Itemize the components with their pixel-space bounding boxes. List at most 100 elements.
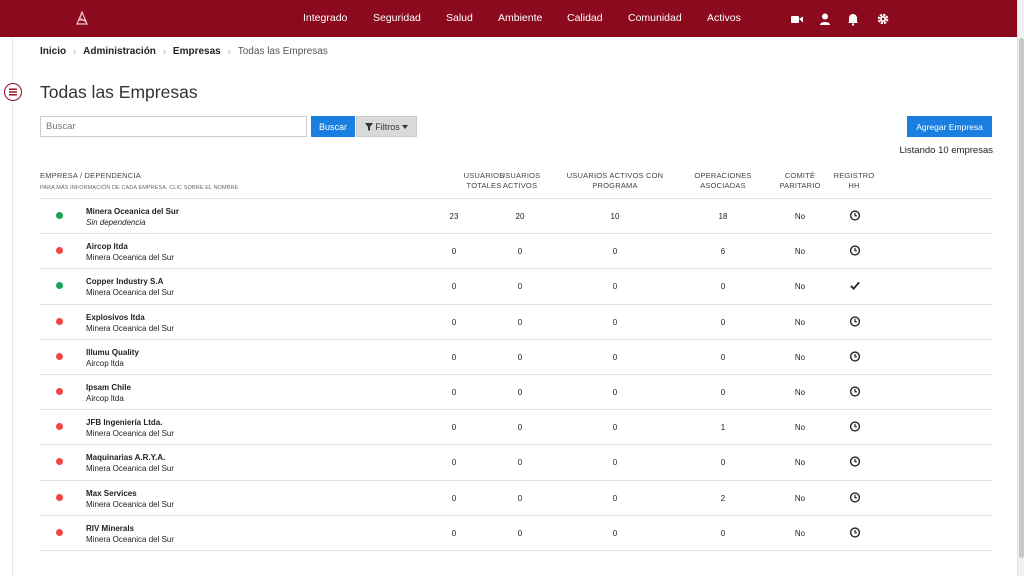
company-name-link[interactable]: Max Services [86,489,137,498]
clock-icon[interactable] [849,351,861,362]
status-dot [56,282,63,290]
company-name-link[interactable]: JFB Ingeniería Ltda. [86,418,162,427]
table-row: JFB Ingeniería Ltda. Minera Oceanica del … [40,410,992,446]
top-navbar: Integrado Seguridad Salud Ambiente Calid… [0,0,1017,37]
cell-operaciones: 2 [720,493,726,503]
nav-salud[interactable]: Salud [446,12,473,24]
sidebar-toggle-button[interactable] [4,83,22,101]
status-dot [56,387,63,395]
cell-activos: 0 [517,423,523,433]
table-row: Aircop ltda Minera Oceanica del Sur 0 0 0 6 No [40,234,992,270]
company-parent: Minera Oceanica del Sur [86,464,175,474]
cell-comite: No [794,423,806,433]
cell-activos: 0 [517,352,523,362]
breadcrumb-empresas[interactable]: Empresas [173,46,221,57]
company-name-link[interactable]: Minera Oceanica del Sur [86,207,179,216]
cell-operaciones: 0 [720,317,726,327]
cell-programa: 0 [612,458,618,468]
header-empresa-label: Empresa / Dependencia [40,171,141,180]
clock-icon[interactable] [849,421,861,432]
nav-comunidad[interactable]: Comunidad [628,12,682,24]
cell-totales: 0 [451,282,457,292]
chevron-right-icon: › [227,46,231,56]
company-parent: Minera Oceanica del Sur [86,288,175,298]
status-dot [56,247,63,255]
search-button[interactable]: Buscar [311,116,355,137]
chevron-right-icon: › [73,46,77,56]
check-icon[interactable] [850,280,861,291]
video-camera-icon[interactable] [790,12,804,26]
cell-programa: 0 [612,282,618,292]
page-title: Todas las Empresas [40,82,198,102]
filter-icon [365,122,374,131]
cell-programa: 0 [612,387,618,397]
filters-label: Filtros [375,121,400,132]
cell-operaciones: 18 [718,212,728,221]
clock-icon[interactable] [849,491,861,503]
nav-integrado[interactable]: Integrado [303,12,347,24]
company-name-link[interactable]: Explosivos ltda [86,313,145,322]
company-name-link[interactable]: RIV Minerals [86,524,134,533]
cell-operaciones: 0 [720,352,726,362]
header-usuarios-programa: Usuarios activos con programa [566,171,664,190]
cell-comite: No [794,458,806,468]
company-parent: Minera Oceanica del Sur [86,323,175,333]
clock-icon[interactable] [849,527,861,538]
header-empresa-hint: Para más información de cada empresa, cl… [40,185,239,191]
company-name-link[interactable]: Illumu Quality [86,348,139,357]
sidebar-divider [12,37,13,576]
scrollbar-thumb[interactable] [1019,38,1024,558]
nav-calidad[interactable]: Calidad [567,12,603,24]
breadcrumb-current: Todas las Empresas [237,46,328,57]
page-scrollbar[interactable] [1017,0,1024,576]
cell-totales: 0 [451,458,457,468]
bell-icon[interactable] [846,12,860,26]
nav-activos[interactable]: Activos [707,12,741,24]
company-parent: Minera Oceanica del Sur [86,499,175,509]
cell-operaciones: 0 [720,458,726,468]
cell-totales: 0 [451,387,457,397]
gear-icon[interactable] [876,12,890,26]
company-name-link[interactable]: Copper Industry S.A [86,277,163,286]
status-dot [56,493,63,501]
nav-seguridad[interactable]: Seguridad [373,12,421,24]
table-row: Minera Oceanica del Sur Sin dependencia 23… [40,199,992,235]
cell-programa: 0 [612,528,618,538]
cell-comite: No [794,352,806,362]
cell-programa: 0 [612,493,618,503]
company-parent: Minera Oceanica del Sur [86,534,175,544]
cell-totales: 23 [449,212,459,221]
cell-totales: 0 [451,493,457,503]
company-parent: Minera Oceanica del Sur [86,253,175,263]
cell-totales: 0 [451,528,457,538]
filters-button[interactable]: Filtros [356,116,417,137]
company-parent: Minera Oceanica del Sur [86,429,175,439]
cell-operaciones: 0 [720,282,726,292]
search-input[interactable] [40,116,307,137]
caret-down-icon [401,124,408,129]
cell-totales: 0 [451,247,457,257]
clock-icon[interactable] [849,210,861,221]
cell-comite: No [794,387,806,397]
company-name-link[interactable]: Maquinarias A.R.Y.A. [86,453,165,462]
cell-activos: 0 [517,528,523,538]
cell-totales: 0 [451,317,457,327]
cell-comite: No [794,317,806,327]
user-icon[interactable] [818,12,832,26]
nav-ambiente[interactable]: Ambiente [498,12,542,24]
clock-icon[interactable] [849,456,861,467]
cell-activos: 0 [517,387,523,397]
company-name-link[interactable]: Aircop ltda [86,242,128,251]
cell-totales: 0 [451,423,457,433]
clock-icon[interactable] [849,245,861,256]
company-name-link[interactable]: Ipsam Chile [86,383,131,392]
cell-comite: No [794,528,806,538]
cell-activos: 0 [517,282,523,292]
cell-activos: 20 [515,212,525,221]
clock-icon[interactable] [849,315,861,327]
breadcrumb-administracion[interactable]: Administración [83,46,156,57]
breadcrumb-inicio[interactable]: Inicio [40,46,66,57]
add-company-button[interactable]: Agregar Empresa [907,116,992,137]
cell-operaciones: 0 [720,528,726,538]
clock-icon[interactable] [849,386,861,397]
